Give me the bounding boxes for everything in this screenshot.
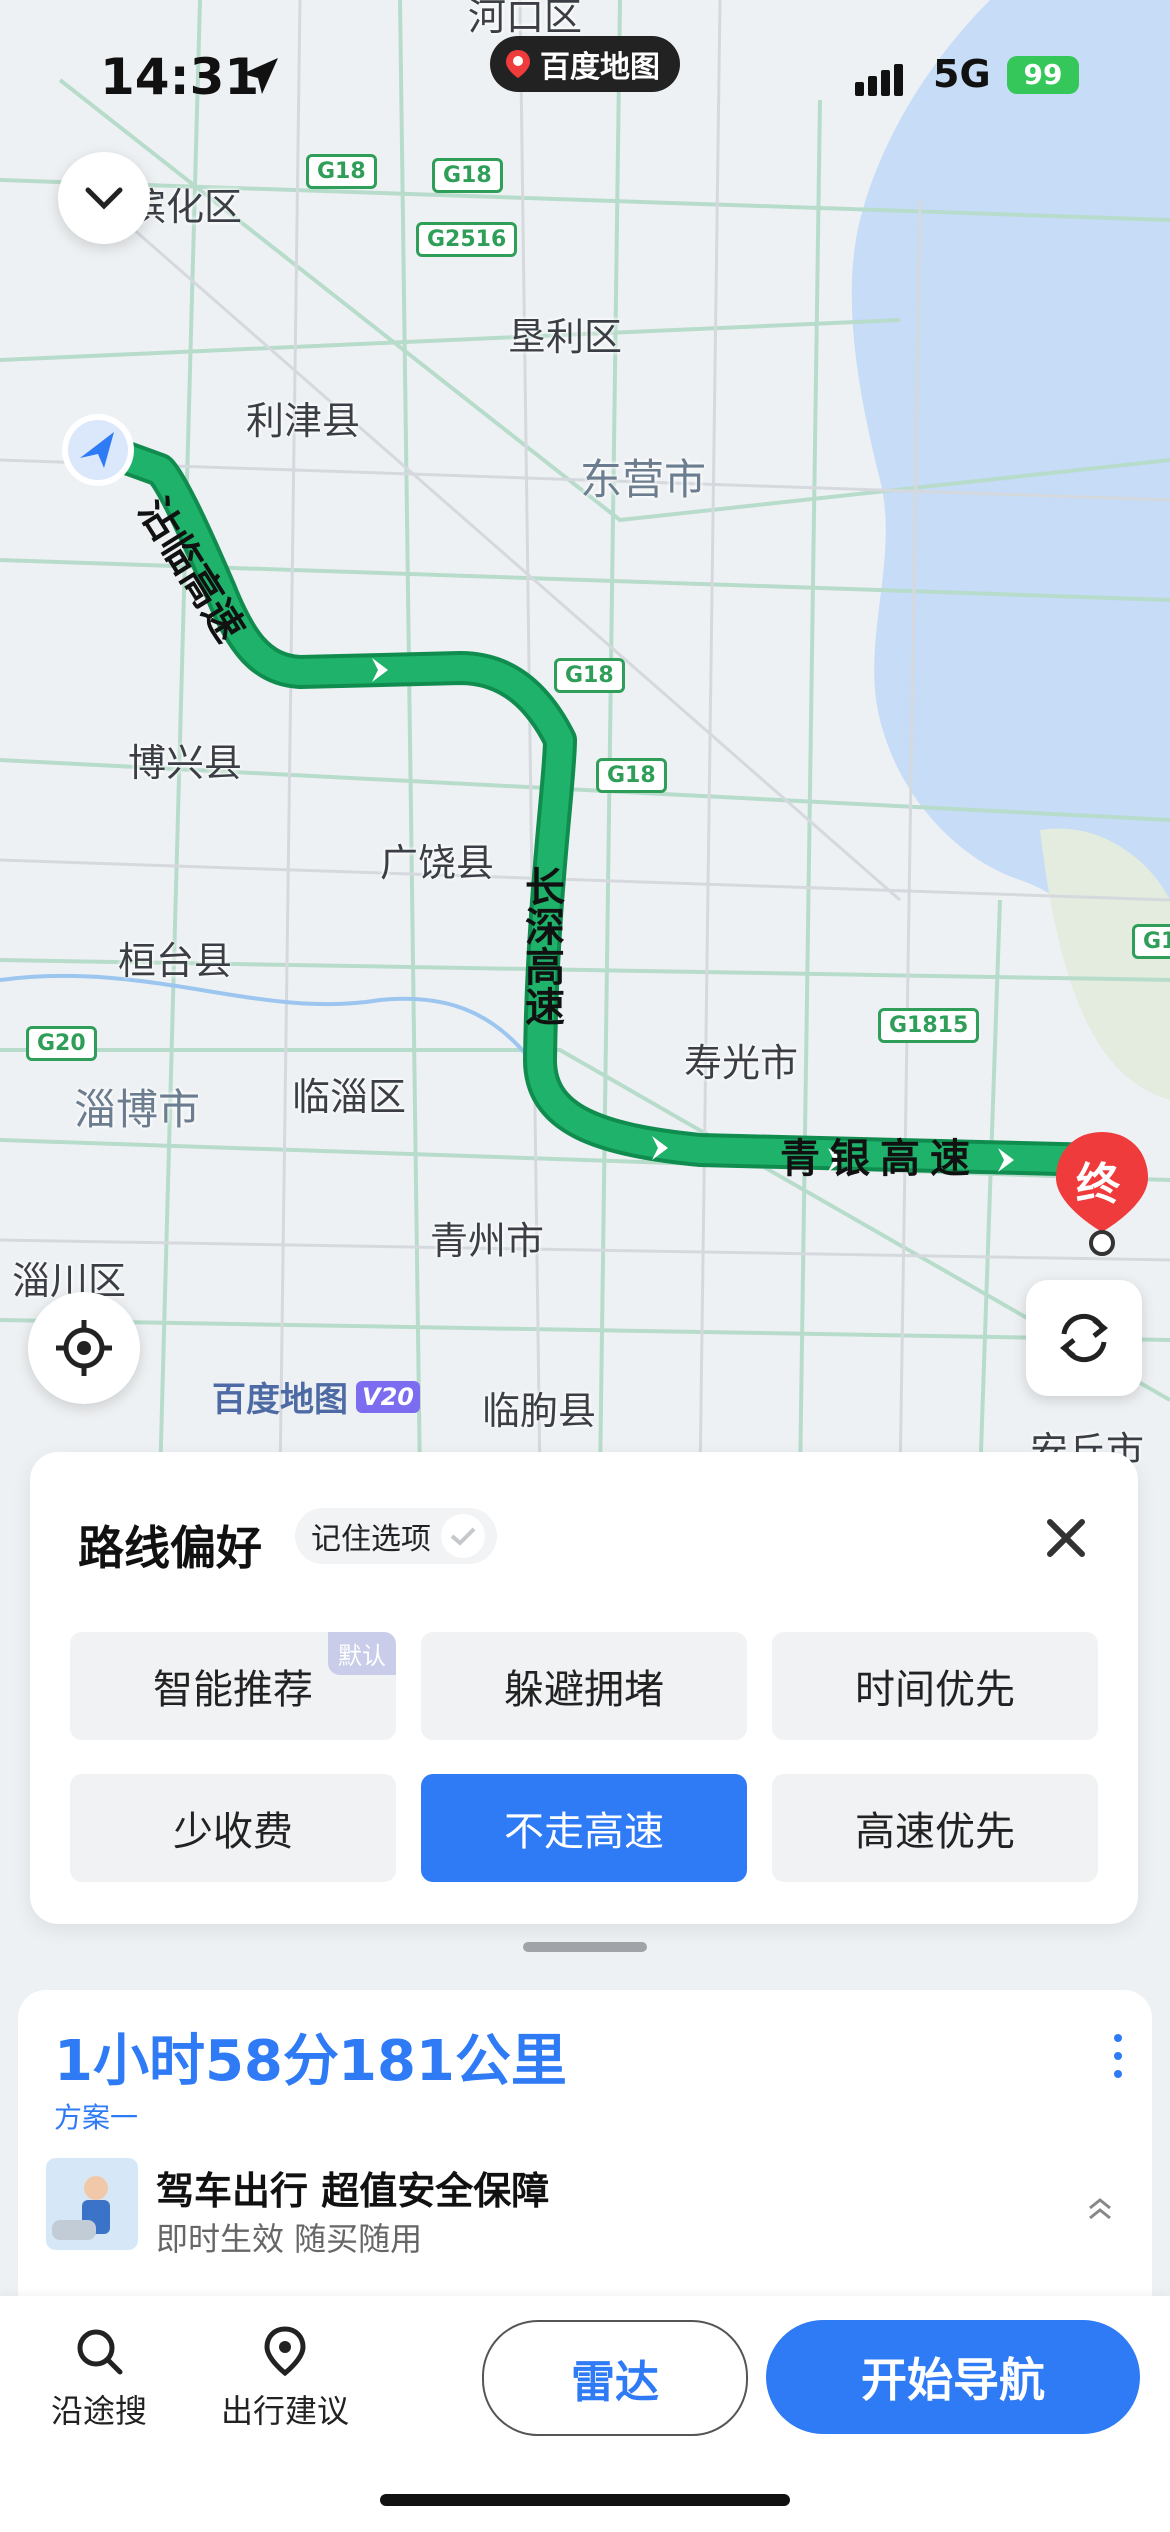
remember-label: 记住选项 [311,1522,431,1557]
option-label: 躲避拥堵 [504,1667,664,1713]
network-type: 5G [933,52,991,96]
insurance-subtitle: 即时生效 随买随用 [156,2220,423,2258]
option-highway-first[interactable]: 高速优先 [772,1774,1098,1882]
road-name: 长深高速 [518,866,564,1026]
map-label: 青州市 [430,1219,545,1263]
option-label: 高速优先 [855,1809,1015,1855]
status-time: 14:31 [100,48,260,106]
map-view[interactable]: 终 河口区 滨化区 垦利区 利津县 东营市 博兴县 广饶县 桓台县 寿光市 淄博… [0,0,1170,1480]
chevron-up-icon[interactable] [1084,2194,1116,2226]
nav-label: 出行建议 [220,2392,349,2430]
battery-indicator: 99 [1007,56,1079,94]
destination-marker[interactable]: 终 [1050,1128,1154,1258]
highway-shield: G18 [554,658,625,693]
brand-label: 百度地图 [540,50,660,85]
radar-button[interactable]: 雷达 [482,2320,748,2436]
locate-icon [56,1320,112,1376]
map-label: 博兴县 [128,741,243,785]
insurance-promo[interactable]: 驾车出行 超值安全保障 即时生效 随买随用 [18,2130,1152,2290]
remember-option-toggle[interactable]: 记住选项 [295,1508,497,1564]
map-label: 桓台县 [118,939,233,983]
map-label: 东营市 [580,455,707,504]
checkmark-icon [441,1514,485,1558]
map-label: 河口区 [468,0,583,39]
location-arrow-icon [242,58,278,94]
insurance-illustration [46,2158,138,2250]
signal-icon [855,64,903,96]
highway-shield: G18 [432,158,503,193]
battery-level: 99 [1023,58,1063,91]
chevron-down-icon [85,187,123,210]
baidu-map-logo-icon [506,50,530,78]
watermark-version: V20 [356,1380,420,1413]
highway-shield: G18 [1132,924,1170,959]
option-avoid-congestion[interactable]: 躲避拥堵 [421,1632,747,1740]
app-brand-pill[interactable]: 百度地图 [490,36,680,92]
collapse-button[interactable] [58,152,150,244]
nav-label: 沿途搜 [50,2392,147,2430]
route-preference-panel: 路线偏好 记住选项 智能推荐 默认 躲避拥堵 时间优先 少收费 不走高速 高速优… [30,1452,1138,1924]
locate-button[interactable] [28,1292,140,1404]
destination-label: 终 [1076,1159,1120,1210]
map-label: 广饶县 [380,841,495,885]
route-distance: 181公里 [338,2029,567,2094]
option-label: 少收费 [173,1809,293,1855]
refresh-icon [1059,1313,1109,1363]
map-label: 临朐县 [482,1389,597,1433]
refresh-route-button[interactable] [1026,1280,1142,1396]
road-name: 青银高速 [780,1136,980,1182]
option-label: 不走高速 [504,1809,664,1855]
location-pin-icon [264,2326,306,2376]
map-label: 垦利区 [508,315,623,359]
start-navigation-button[interactable]: 开始导航 [766,2320,1140,2434]
radar-label: 雷达 [571,2357,659,2408]
map-label: 寿光市 [684,1041,799,1085]
along-route-search-button[interactable]: 沿途搜 [24,2326,174,2432]
current-location-icon [62,414,134,486]
map-label: 淄博市 [74,1085,201,1134]
highway-shield: G18 [596,758,667,793]
route-duration: 1小时58分 [54,2029,339,2094]
travel-advice-button[interactable]: 出行建议 [210,2326,360,2432]
map-label: 利津县 [246,399,361,443]
close-icon[interactable] [1042,1514,1090,1562]
option-label: 智能推荐 [153,1667,313,1713]
sheet-drag-handle[interactable] [523,1942,647,1952]
map-watermark: 百度地图 V20 [212,1372,420,1421]
option-avoid-highway[interactable]: 不走高速 [421,1774,747,1882]
option-time-first[interactable]: 时间优先 [772,1632,1098,1740]
option-less-toll[interactable]: 少收费 [70,1774,396,1882]
more-options-icon[interactable] [1108,2026,1128,2086]
map-label: 临淄区 [292,1075,407,1119]
default-badge: 默认 [328,1632,396,1675]
highway-shield: G18 [306,154,377,189]
option-label: 时间优先 [855,1667,1015,1713]
option-smart-recommend[interactable]: 智能推荐 默认 [70,1632,396,1740]
panel-title: 路线偏好 [78,1521,262,1575]
highway-shield: G20 [26,1026,97,1061]
highway-shield: G1815 [878,1008,980,1043]
insurance-title: 驾车出行 超值安全保障 [156,2169,550,2213]
search-icon [77,2329,123,2375]
home-indicator[interactable] [380,2494,790,2506]
highway-shield: G2516 [416,222,518,257]
start-label: 开始导航 [861,2353,1045,2407]
watermark-text: 百度地图 [212,1380,348,1420]
